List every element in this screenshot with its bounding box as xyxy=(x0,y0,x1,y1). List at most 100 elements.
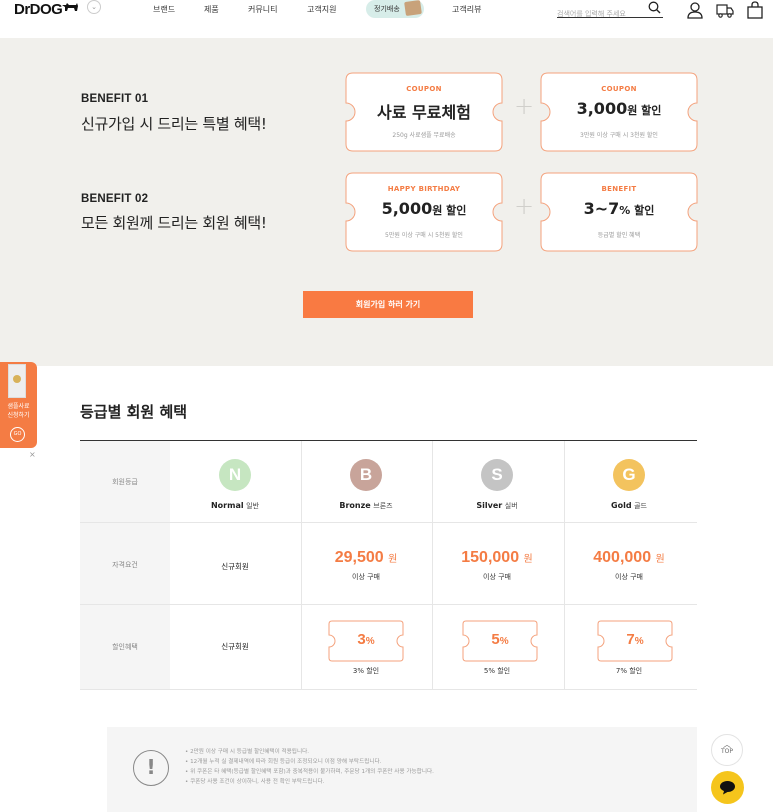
nav-community[interactable]: 커뮤니티 xyxy=(248,4,277,15)
top-label: TOP xyxy=(720,748,733,755)
ticket-main: 3,000원 할인 xyxy=(540,99,698,118)
nav-subscription-label: 정기배송 xyxy=(374,5,400,13)
benefit-01-subtitle: 신규가입 시 드리는 특별 혜택! xyxy=(81,115,267,133)
ticket-desc: 등급별 할인 혜택 xyxy=(597,232,641,239)
grade-discount-ticket: BENEFIT 3~7% 할인 등급별 할인 혜택 xyxy=(540,172,698,252)
sample-badge-text: 샘플사료 신청하기 xyxy=(0,402,37,420)
benefit-02-subtitle: 모든 회원께 드리는 회원 혜택! xyxy=(81,214,267,232)
requirement-sub-silver: 이상 구매 xyxy=(483,573,511,581)
grade-letter: G xyxy=(622,465,636,484)
grade-ko: 실버 xyxy=(504,502,518,510)
discount-label-silver: 5% 할인 xyxy=(483,667,511,675)
notice-box: ! • 2만원 이상 구매 시 등급별 할인혜택이 적용됩니다. • 12개월 … xyxy=(107,727,697,812)
ticket-main: 5,000원 할인 xyxy=(345,199,503,218)
nav-support[interactable]: 고객지원 xyxy=(307,4,336,15)
nav-brand[interactable]: 브랜드 xyxy=(153,4,175,15)
search-icon[interactable] xyxy=(648,1,661,14)
ticket-desc: 250g 사료샘플 무료배송 xyxy=(392,132,456,139)
discount-ticket-gold: 7% xyxy=(597,620,673,662)
birthday-ticket: HAPPY BIRTHDAY 5,000원 할인 5만원 이상 구매 시 5천원… xyxy=(345,172,503,252)
grade-ko: 일반 xyxy=(246,502,260,510)
row-divider xyxy=(80,522,697,523)
plus-icon: + xyxy=(514,92,535,120)
grade-section-title: 등급별 회원 혜택 xyxy=(80,403,188,421)
grade-ko: 브론즈 xyxy=(373,502,393,510)
chat-button[interactable] xyxy=(711,771,744,804)
close-icon[interactable]: × xyxy=(29,450,36,459)
discount-ticket-bronze: 3% xyxy=(328,620,404,662)
price-value: 150,000 xyxy=(461,549,520,566)
discount-pct: 3% xyxy=(357,631,375,648)
discount-ticket-silver: 5% xyxy=(462,620,538,662)
ticket-main-value: 5,000 xyxy=(381,199,433,218)
grade-badge-gold: G xyxy=(613,459,645,491)
discount-pct: 5% xyxy=(491,631,509,648)
benefit-02-title: BENEFIT 02 xyxy=(81,193,149,205)
price-value: 400,000 xyxy=(593,549,652,566)
join-member-button[interactable]: 회원가입 하러 가기 xyxy=(303,291,473,318)
food-package-icon xyxy=(8,364,26,398)
grade-name-bronze: Bronze 브론즈 xyxy=(301,501,431,511)
chat-bubble-icon xyxy=(720,781,735,795)
row-divider xyxy=(80,689,697,690)
benefit-normal: 신규회원 xyxy=(221,642,249,651)
table-top-border xyxy=(80,440,697,441)
nav-product[interactable]: 제품 xyxy=(204,4,219,15)
grade-letter: N xyxy=(228,465,242,484)
nav-subscription[interactable]: 정기배송 xyxy=(366,0,424,18)
chevron-up-icon: ︿ xyxy=(723,740,731,749)
logo[interactable]: DrDOG xyxy=(14,1,63,18)
site-header: DrDOG ⌄ 브랜드 제품 커뮤니티 고객지원 정기배송 고객리뷰 xyxy=(0,0,773,38)
discount-label-bronze: 3% 할인 xyxy=(352,667,380,675)
notice-item: • 위 쿠폰은 타 혜택(등급별 할인혜택 포함)과 중복적용이 불가하며, 주… xyxy=(185,769,434,775)
price-unit: 원 xyxy=(655,554,665,565)
requirement-sub-gold: 이상 구매 xyxy=(615,573,643,581)
scroll-top-button[interactable]: ︿ TOP xyxy=(711,734,743,766)
discount-pct-value: 5 xyxy=(491,631,500,648)
discount-pct-value: 7 xyxy=(626,631,635,648)
row-divider xyxy=(80,604,697,605)
grade-badge-normal: N xyxy=(219,459,251,491)
go-button[interactable]: GO xyxy=(10,427,25,442)
row-label-grade: 회원등급 xyxy=(112,478,138,486)
ticket-main-unit: % 할인 xyxy=(619,204,655,217)
benefit-band: BENEFIT 01 신규가입 시 드리는 특별 혜택! BENEFIT 02 … xyxy=(0,38,773,366)
row-label-benefit: 할인혜택 xyxy=(112,643,138,651)
grade-letter: S xyxy=(491,465,503,484)
notice-item: • 2만원 이상 구매 시 등급별 할인혜택이 적용됩니다. xyxy=(185,749,310,755)
exclamation-icon: ! xyxy=(133,750,169,786)
ticket-desc: 5만원 이상 구매 시 5천원 할인 xyxy=(385,232,463,239)
requirement-normal: 신규회원 xyxy=(221,562,249,571)
ticket-main: 3~7% 할인 xyxy=(540,199,698,218)
sample-badge-line2: 신청하기 xyxy=(7,412,30,419)
dog-logo-icon xyxy=(62,3,78,11)
sample-request-badge[interactable]: 샘플사료 신청하기 GO xyxy=(0,362,37,448)
grade-letter: B xyxy=(359,465,373,484)
ticket-main-value: 사료 무료체험 xyxy=(377,103,471,122)
ticket-tag: BENEFIT xyxy=(601,185,637,193)
nav-review[interactable]: 고객리뷰 xyxy=(452,4,481,15)
grade-name-gold: Gold 골드 xyxy=(564,501,694,511)
plus-icon: + xyxy=(514,192,535,220)
notice-list: • 2만원 이상 구매 시 등급별 할인혜택이 적용됩니다. • 12개월 누적… xyxy=(185,747,434,787)
requirement-sub-bronze: 이상 구매 xyxy=(352,573,380,581)
ticket-main-value: 3,000 xyxy=(576,99,628,118)
discount-label-gold: 7% 할인 xyxy=(615,667,643,675)
shopping-bag-icon[interactable] xyxy=(746,1,764,19)
row-label-requirement: 자격요건 xyxy=(112,561,138,569)
ticket-desc: 3만원 이상 구매 시 3천원 할인 xyxy=(580,132,658,139)
price-unit: 원 xyxy=(523,554,533,565)
ticket-main-unit: 원 할인 xyxy=(432,204,467,217)
box-icon xyxy=(404,0,422,17)
benefit-01-title: BENEFIT 01 xyxy=(81,93,149,105)
search-input[interactable] xyxy=(557,8,643,20)
sample-badge-line1: 샘플사료 xyxy=(7,403,30,410)
delivery-truck-icon[interactable] xyxy=(716,1,734,19)
grade-ko: 골드 xyxy=(634,502,647,510)
user-icon[interactable] xyxy=(686,1,704,19)
ticket-main-unit: 원 할인 xyxy=(627,104,662,117)
grade-badge-silver: S xyxy=(481,459,513,491)
requirement-price-gold: 400,000 원 xyxy=(564,549,694,567)
chevron-down-icon[interactable]: ⌄ xyxy=(87,0,101,14)
price-unit: 원 xyxy=(388,554,398,565)
